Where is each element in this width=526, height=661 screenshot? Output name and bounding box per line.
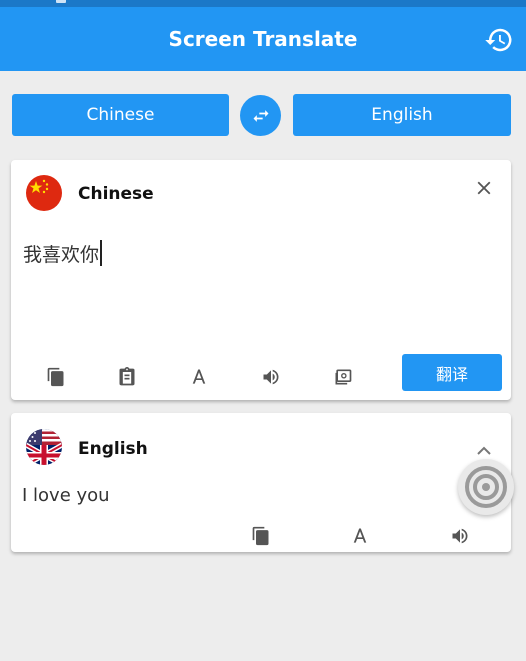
speaker-icon[interactable] <box>261 367 281 387</box>
target-icon <box>465 466 507 508</box>
output-card: English I love you <box>11 413 511 552</box>
translation-result-text: I love you <box>22 485 110 506</box>
uk-us-flag-icon <box>26 429 62 465</box>
font-icon[interactable] <box>189 367 209 387</box>
notification-icon <box>56 0 66 3</box>
input-card: Chinese 我喜欢你 翻译 <box>11 160 511 400</box>
source-language-button[interactable]: Chinese <box>12 94 229 136</box>
history-icon[interactable] <box>484 25 514 55</box>
image-icon[interactable] <box>333 367 353 387</box>
font-result-icon[interactable] <box>350 526 370 546</box>
app-title: Screen Translate <box>168 27 358 51</box>
status-bar <box>0 0 526 7</box>
swap-icon <box>253 109 268 122</box>
paste-icon[interactable] <box>117 367 137 387</box>
chevron-up-icon[interactable] <box>476 445 492 457</box>
copy-icon[interactable] <box>46 367 66 387</box>
app-bar: Screen Translate <box>0 7 526 71</box>
translate-button[interactable]: 翻译 <box>402 354 502 391</box>
source-text-value: 我喜欢你 <box>23 244 100 266</box>
copy-result-icon[interactable] <box>251 526 271 546</box>
source-text-input[interactable]: 我喜欢你 <box>23 240 103 267</box>
input-language-label: Chinese <box>78 184 154 204</box>
target-language-button[interactable]: English <box>293 94 511 136</box>
text-caret <box>100 240 103 266</box>
output-language-label: English <box>78 439 148 459</box>
floating-translate-button[interactable] <box>458 459 514 515</box>
close-icon[interactable] <box>473 177 495 199</box>
china-flag-icon <box>26 175 62 211</box>
speaker-result-icon[interactable] <box>450 526 470 546</box>
swap-languages-button[interactable] <box>240 95 281 136</box>
